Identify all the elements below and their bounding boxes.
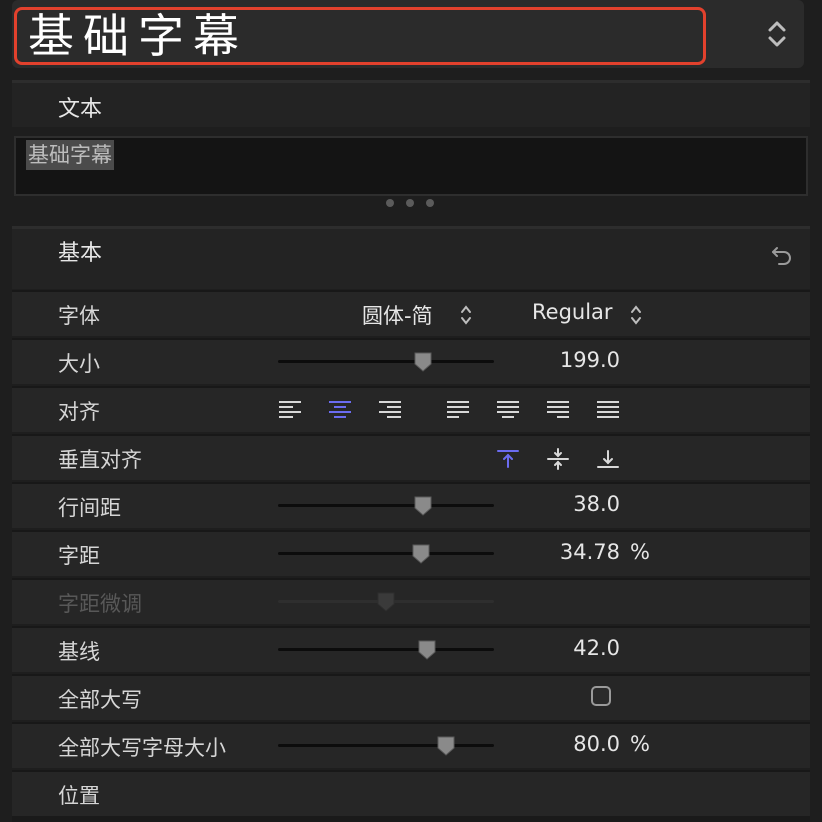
position-label: 位置 <box>58 784 100 808</box>
align-center-icon[interactable] <box>327 399 353 421</box>
size-slider-thumb[interactable] <box>413 351 433 373</box>
baseline-label: 基线 <box>58 640 100 664</box>
title-dropdown[interactable]: 基础字幕 <box>28 4 248 68</box>
size-label: 大小 <box>58 352 100 376</box>
resize-handle-dot[interactable] <box>386 199 394 207</box>
tracking-label: 字距 <box>58 544 100 568</box>
tracking-slider-track[interactable] <box>278 552 494 555</box>
position-row[interactable] <box>12 770 810 816</box>
chevron-updown-icon[interactable] <box>630 304 642 326</box>
vertical-alignment-label: 垂直对齐 <box>58 448 142 472</box>
justify-right-icon[interactable] <box>545 399 571 421</box>
size-value[interactable]: 199.0 <box>500 348 620 372</box>
all-caps-label: 全部大写 <box>58 688 142 712</box>
tracking-slider-thumb[interactable] <box>411 543 431 565</box>
basic-section-header[interactable] <box>12 226 810 289</box>
baseline-value[interactable]: 42.0 <box>500 636 620 660</box>
align-right-icon[interactable] <box>377 399 403 421</box>
size-slider-track[interactable] <box>278 360 494 363</box>
text-section-header[interactable] <box>12 80 810 127</box>
line-spacing-slider-thumb[interactable] <box>413 495 433 517</box>
kerning-slider-thumb <box>376 591 396 613</box>
justify-left-icon[interactable] <box>445 399 471 421</box>
text-input[interactable] <box>14 136 808 196</box>
tracking-value[interactable]: 34.78 <box>500 540 620 564</box>
text-section-label: 文本 <box>58 97 103 122</box>
line-spacing-slider-track[interactable] <box>278 504 494 507</box>
align-left-icon[interactable] <box>277 399 303 421</box>
baseline-slider-thumb[interactable] <box>417 639 437 661</box>
font-family-dropdown[interactable]: 圆体-简 <box>362 300 433 330</box>
resize-handle-dot[interactable] <box>406 199 414 207</box>
up-down-stepper-icon[interactable] <box>760 16 794 52</box>
basic-section-label: 基本 <box>58 241 103 266</box>
line-spacing-value[interactable]: 38.0 <box>500 492 620 516</box>
alignment-row <box>12 386 810 432</box>
font-label: 字体 <box>58 304 100 328</box>
all-caps-size-slider-thumb[interactable] <box>436 735 456 757</box>
align-middle-icon[interactable] <box>546 447 570 471</box>
font-style-dropdown[interactable]: Regular <box>532 300 613 324</box>
chevron-updown-icon[interactable] <box>460 304 472 326</box>
justify-all-icon[interactable] <box>595 399 621 421</box>
kerning-label: 字距微调 <box>58 592 142 616</box>
justify-center-icon[interactable] <box>495 399 521 421</box>
all-caps-size-value[interactable]: 80.0 <box>500 732 620 756</box>
all-caps-checkbox[interactable] <box>591 686 611 706</box>
tracking-unit: % <box>630 540 650 564</box>
line-spacing-label: 行间距 <box>58 496 121 520</box>
all-caps-size-unit: % <box>630 732 650 756</box>
reset-icon[interactable] <box>770 242 794 266</box>
all-caps-size-slider-track[interactable] <box>278 744 494 747</box>
panel-bottom-edge <box>12 816 810 822</box>
resize-handle-dot[interactable] <box>426 199 434 207</box>
text-input-value[interactable]: 基础字幕 <box>26 140 114 170</box>
all-caps-size-label: 全部大写字母大小 <box>58 736 226 760</box>
align-bottom-icon[interactable] <box>596 447 620 471</box>
alignment-label: 对齐 <box>58 400 100 424</box>
baseline-slider-track[interactable] <box>278 648 494 651</box>
align-top-icon[interactable] <box>496 447 520 471</box>
